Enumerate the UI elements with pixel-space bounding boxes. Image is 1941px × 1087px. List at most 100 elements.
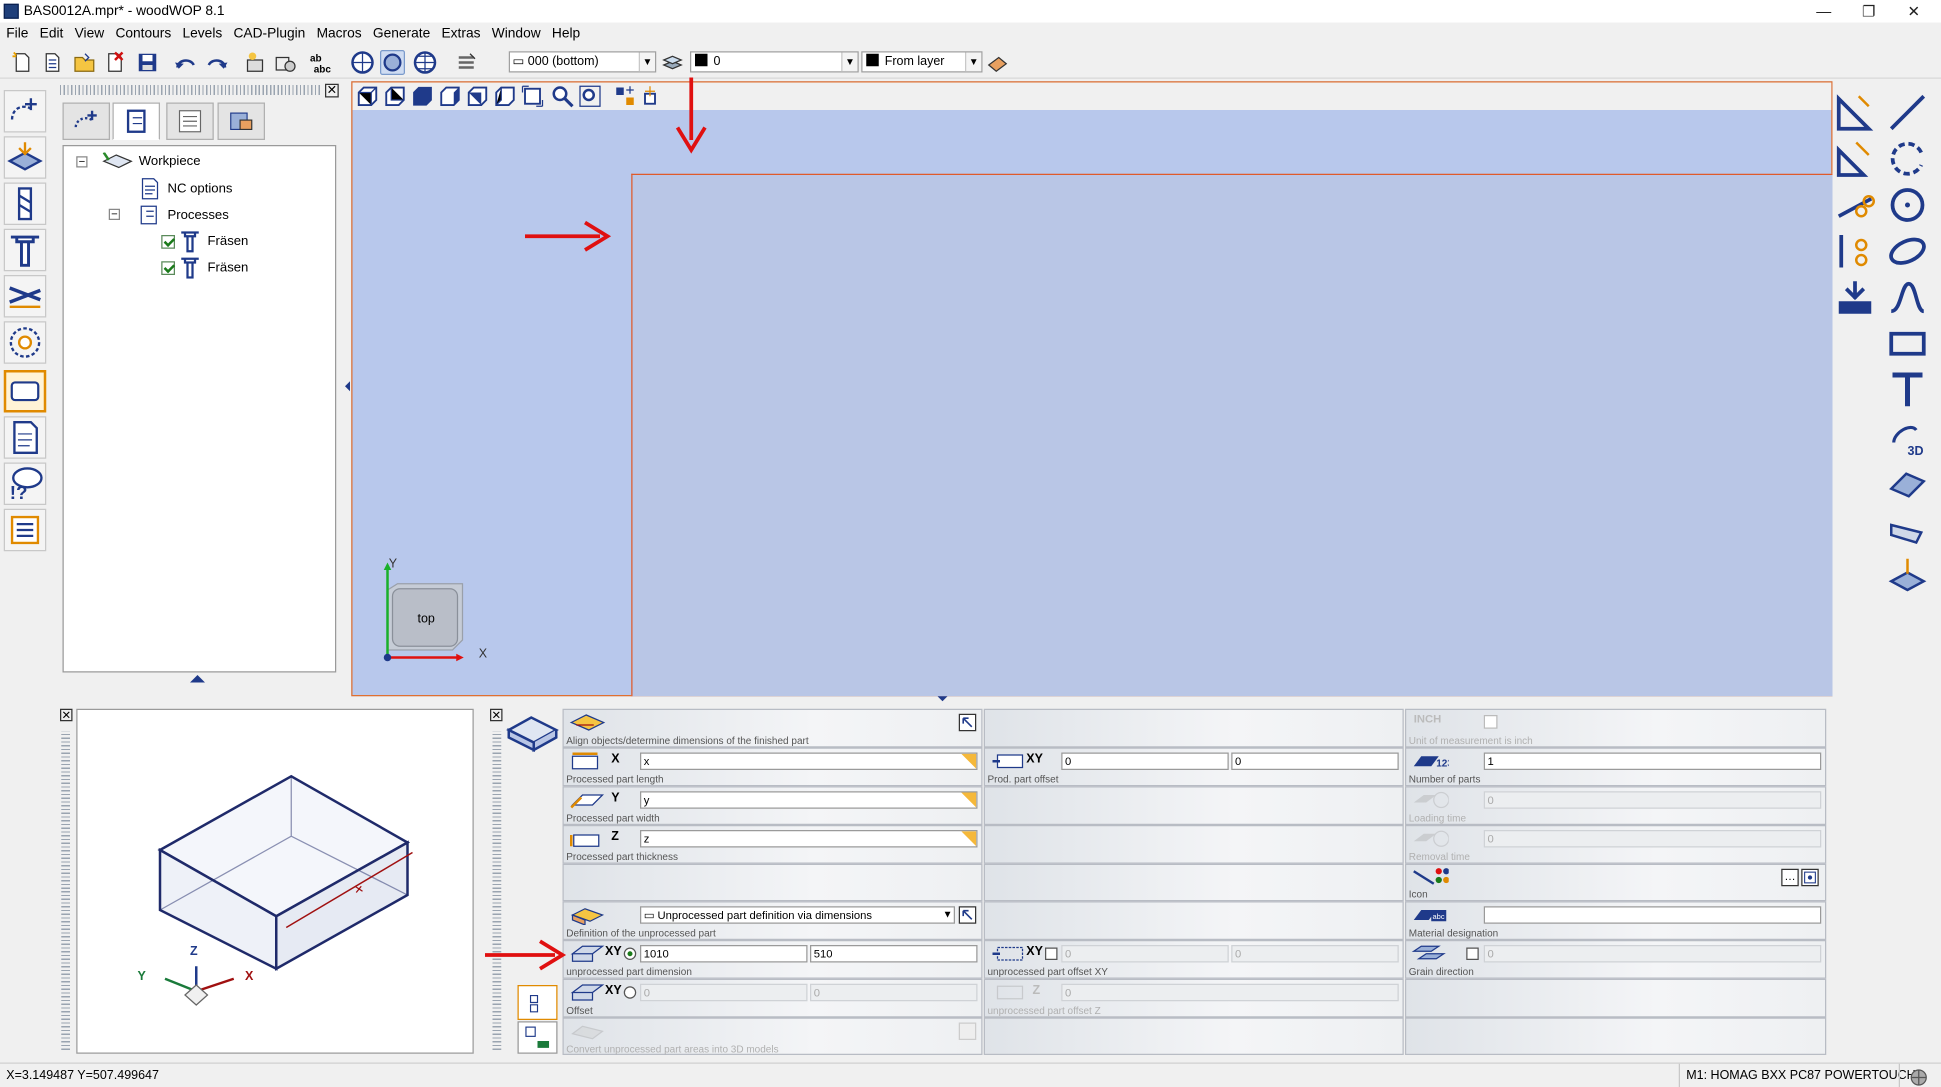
sheet-tool-icon[interactable]: [1886, 508, 1929, 551]
sphere-view-icon[interactable]: [380, 50, 405, 75]
3d-tool-icon[interactable]: 3D: [1886, 415, 1929, 458]
dimension-tool-icon[interactable]: [1834, 91, 1877, 134]
close-panel-icon[interactable]: ✕: [60, 708, 73, 722]
panel-grip[interactable]: [60, 85, 323, 95]
list-settings-icon[interactable]: [3, 508, 47, 552]
redo-icon[interactable]: [205, 50, 230, 75]
rectangle-tool-icon[interactable]: [1886, 323, 1929, 366]
arc-tool-icon[interactable]: [1886, 138, 1929, 181]
unprocessed-offset-checkbox[interactable]: [1045, 947, 1058, 960]
menu-view[interactable]: View: [68, 26, 109, 41]
component-tools-icon[interactable]: [273, 50, 298, 75]
surface-tool-icon[interactable]: [1886, 461, 1929, 504]
splitter-arrow-icon[interactable]: [345, 381, 350, 392]
tree-node-workpiece[interactable]: Workpiece: [101, 152, 201, 171]
ellipse-tool-icon[interactable]: [1886, 230, 1929, 273]
drill-tool-icon[interactable]: [3, 182, 47, 225]
tree-node-process[interactable]: Fräsen: [161, 256, 248, 279]
convert-checkbox[interactable]: [958, 1022, 977, 1040]
menu-edit[interactable]: Edit: [33, 26, 68, 41]
tool-change-icon[interactable]: [1834, 276, 1877, 319]
split-tool-icon[interactable]: [1834, 230, 1877, 273]
layers-icon[interactable]: [660, 50, 685, 75]
prod-offset-x-input[interactable]: 0: [1061, 752, 1229, 770]
panel-grip[interactable]: [492, 731, 502, 1050]
add-element-icon[interactable]: [517, 1021, 558, 1054]
panel-grip[interactable]: [61, 731, 70, 1050]
definition-open-icon[interactable]: [958, 906, 977, 924]
tree-node-process[interactable]: Fräsen: [161, 230, 248, 253]
menu-macros[interactable]: Macros: [310, 26, 366, 41]
saw-blade-icon[interactable]: [3, 321, 47, 364]
collapse-up-icon[interactable]: [190, 675, 205, 683]
icon-edit-icon[interactable]: [1801, 868, 1819, 887]
new-file-icon[interactable]: [10, 50, 35, 75]
angle-tool-icon[interactable]: [1834, 138, 1877, 181]
menu-levels[interactable]: Levels: [176, 26, 227, 41]
more-options-icon[interactable]: …: [1781, 868, 1799, 887]
workpiece-outline[interactable]: [631, 173, 1833, 697]
tree-node-processes[interactable]: Processes: [139, 204, 229, 227]
close-panel-icon[interactable]: ✕: [490, 708, 503, 722]
mill-tool-icon[interactable]: [3, 228, 47, 272]
collapse-icon[interactable]: −: [76, 156, 88, 168]
unprocessed-offset-y-input[interactable]: 0: [1231, 945, 1399, 963]
machine-globe-icon[interactable]: [1909, 1068, 1929, 1087]
grain-direction-checkbox[interactable]: [1466, 947, 1479, 960]
number-of-parts-input[interactable]: 1: [1483, 752, 1822, 770]
menu-help[interactable]: Help: [546, 26, 586, 41]
definition-select[interactable]: ▭ Unprocessed part definition via dimens…: [640, 906, 955, 924]
view-left-icon[interactable]: [383, 84, 408, 109]
view-top-icon[interactable]: [410, 84, 435, 109]
text-tool-icon[interactable]: [1886, 369, 1929, 412]
view-fit-icon[interactable]: [520, 84, 545, 109]
close-file-icon[interactable]: [103, 50, 128, 75]
dimension-radio[interactable]: [623, 947, 637, 960]
color-select[interactable]: 0 ▼: [690, 51, 859, 73]
tab-processes[interactable]: [112, 102, 160, 140]
spline-tool-icon[interactable]: [1886, 276, 1929, 319]
material-input[interactable]: [1483, 906, 1822, 924]
menu-cad-plugin[interactable]: CAD-Plugin: [227, 26, 310, 41]
zoom-extents-icon[interactable]: [578, 84, 603, 109]
layer-select[interactable]: From layer ▼: [861, 51, 983, 73]
tab-contours[interactable]: [62, 102, 110, 140]
layer-settings-icon[interactable]: [455, 50, 480, 75]
unit-checkbox[interactable]: [1483, 715, 1498, 729]
splitter-arrow-icon[interactable]: [937, 696, 948, 702]
rect-tool-icon[interactable]: [3, 370, 47, 413]
circle-tool-icon[interactable]: [1886, 184, 1929, 227]
offset-radio[interactable]: [623, 986, 637, 999]
align-open-icon[interactable]: [958, 713, 977, 732]
offset-z-input[interactable]: 0: [1061, 983, 1399, 1002]
hierarchy-view-icon[interactable]: [517, 985, 558, 1020]
minimize-button[interactable]: —: [1800, 0, 1848, 23]
unprocessed-x-input[interactable]: 1010: [640, 945, 808, 963]
menu-contours[interactable]: Contours: [109, 26, 176, 41]
tree-node-nc-options[interactable]: NC options: [139, 178, 232, 201]
process-checkbox[interactable]: [161, 260, 175, 275]
prod-offset-y-input[interactable]: 0: [1231, 752, 1399, 770]
line-tool-icon[interactable]: [1886, 91, 1929, 134]
width-input[interactable]: y: [640, 791, 978, 809]
view-cube[interactable]: [375, 558, 494, 666]
workpiece-tool-icon[interactable]: [3, 136, 47, 179]
globe-view-icon[interactable]: [350, 50, 375, 75]
help-query-icon[interactable]: !?: [3, 462, 47, 505]
paint-icon[interactable]: [985, 50, 1010, 75]
unprocessed-y-input[interactable]: 510: [810, 945, 978, 963]
save-icon[interactable]: [135, 50, 160, 75]
undo-icon[interactable]: [173, 50, 198, 75]
layer-tool-icon[interactable]: [1886, 554, 1929, 597]
process-checkbox[interactable]: [161, 234, 175, 249]
restore-button[interactable]: ❐: [1845, 0, 1893, 23]
trim-tool-icon[interactable]: [1834, 184, 1877, 227]
zoom-icon[interactable]: [550, 84, 575, 109]
thickness-input[interactable]: z: [640, 830, 978, 848]
menu-extras[interactable]: Extras: [435, 26, 485, 41]
unprocessed-offset-x-input[interactable]: 0: [1061, 945, 1229, 963]
menu-file[interactable]: File: [0, 26, 33, 41]
loading-time-input[interactable]: 0: [1483, 791, 1822, 809]
nc-program-icon[interactable]: [3, 416, 47, 459]
view-back-icon[interactable]: [465, 84, 490, 109]
